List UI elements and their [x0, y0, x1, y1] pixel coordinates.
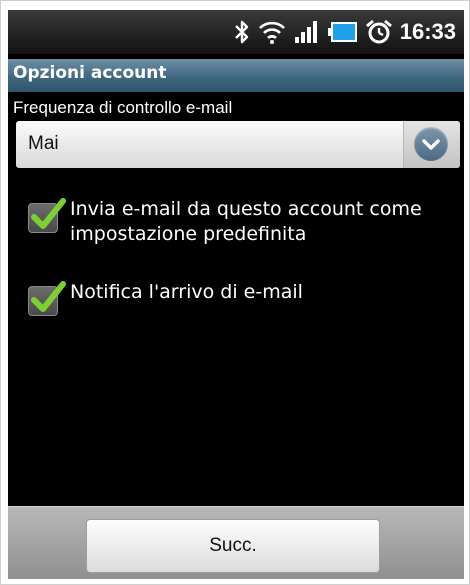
bottom-bar: Succ.: [8, 506, 464, 579]
wifi-icon: [258, 19, 286, 45]
dropdown-toggle-button[interactable]: [403, 121, 460, 168]
notify-new-mail-label-text: Notifica l'arrivo di e-mail: [70, 281, 303, 303]
checkmark-icon: [31, 281, 66, 312]
default-account-checkbox[interactable]: [28, 198, 66, 233]
notify-new-mail-checkbox[interactable]: [28, 281, 66, 316]
next-button[interactable]: Succ.: [86, 519, 380, 573]
option-notify-new-mail[interactable]: Notifica l'arrivo di e-mail: [28, 280, 303, 316]
status-icons: 16:33: [234, 10, 456, 54]
frequency-selected-value: Mai: [28, 133, 59, 154]
chevron-down-icon: [414, 127, 448, 161]
frequency-dropdown[interactable]: Mai: [16, 121, 460, 168]
title-bar: Opzioni account: [8, 59, 464, 92]
frequency-label: Frequenza di controllo e-mail: [13, 98, 233, 117]
default-account-label-line2: impostazione predefinita: [70, 223, 307, 245]
default-account-label-line1: Invia e-mail da questo account come: [70, 198, 422, 220]
page-title: Opzioni account: [13, 63, 167, 83]
notify-new-mail-label: Notifica l'arrivo di e-mail: [70, 280, 303, 305]
option-default-account[interactable]: Invia e-mail da questo account come impo…: [28, 197, 422, 247]
default-account-label: Invia e-mail da questo account come impo…: [70, 197, 422, 247]
checkmark-icon: [31, 198, 66, 229]
screen: 16:33 Opzioni account Frequenza di contr…: [8, 10, 464, 579]
bluetooth-icon: [234, 19, 250, 45]
status-clock: 16:33: [399, 19, 456, 44]
phone-frame: 16:33 Opzioni account Frequenza di contr…: [0, 0, 470, 585]
signal-icon: [294, 19, 320, 45]
status-bar: 16:33: [8, 10, 464, 54]
battery-icon: [327, 20, 358, 44]
alarm-icon: [365, 19, 392, 45]
